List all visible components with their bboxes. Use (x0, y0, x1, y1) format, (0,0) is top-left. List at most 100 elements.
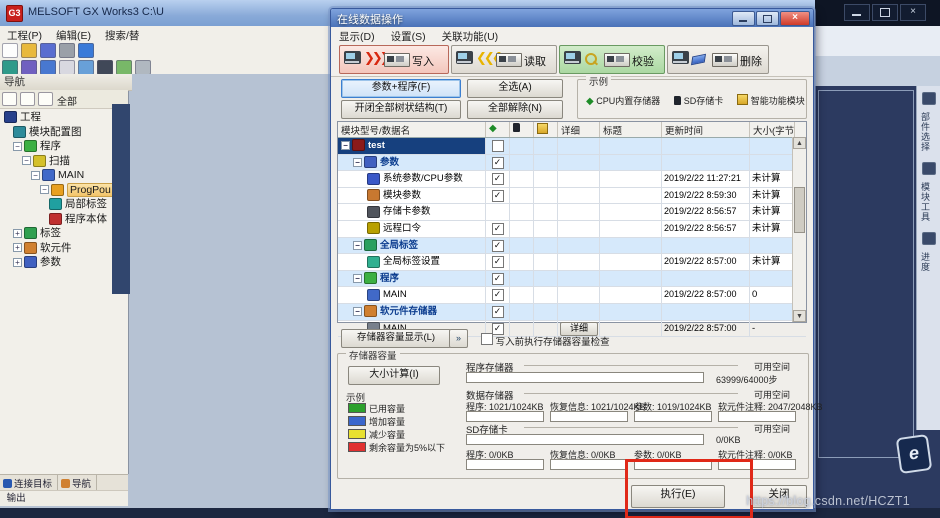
table-row-程序[interactable]: −程序✓ (338, 271, 806, 288)
dock-tab-部件选择[interactable]: 部件选择 (919, 92, 939, 152)
table-icon[interactable] (116, 60, 132, 75)
collapse-icon[interactable]: − (353, 158, 362, 167)
new-file-icon[interactable] (2, 43, 18, 58)
bg-close-button[interactable]: × (900, 4, 926, 21)
nav-tree-item-参数[interactable]: +参数 (0, 255, 128, 270)
nav-tree-item-工程[interactable]: 工程 (0, 110, 128, 125)
nav-tree-item-模块配置图[interactable]: 模块配置图 (0, 125, 128, 140)
print-icon[interactable] (59, 43, 75, 58)
capacity-check-checkbox[interactable] (481, 333, 493, 345)
capacity-check-label: 写入前执行存储器容量检查 (496, 337, 610, 348)
write-button[interactable]: ❯❯❯写入 (339, 45, 449, 74)
tree-expand-icon[interactable] (20, 92, 35, 106)
nav-filter-dropdown[interactable]: 全部 (57, 93, 77, 108)
table-row-存储卡参数[interactable]: 存储卡参数2019/2/22 8:56:57未计算 (338, 204, 806, 221)
save-all-icon[interactable] (21, 60, 37, 75)
row-checkbox[interactable]: ✓ (492, 289, 504, 301)
collapse-icon[interactable]: − (353, 307, 362, 316)
nav-tree-item-局部标签[interactable]: 局部标签 (0, 197, 128, 212)
expand-icon[interactable]: + (13, 229, 22, 238)
table-row-远程口令[interactable]: 远程口令✓2019/2/22 8:56:57未计算 (338, 221, 806, 238)
bg-minimize-button[interactable] (844, 4, 870, 21)
row-checkbox[interactable]: ✓ (492, 240, 504, 252)
scroll-down-icon[interactable]: ▼ (793, 310, 806, 322)
options-icon[interactable] (135, 60, 151, 75)
collapse-icon[interactable]: − (13, 142, 22, 151)
memory-display-chevron-button[interactable]: » (449, 329, 468, 348)
row-checkbox[interactable]: ✓ (492, 306, 504, 318)
header-sd-card[interactable] (510, 122, 534, 137)
nav-tree-item-ProgPou[interactable]: −ProgPou (0, 183, 128, 198)
header-title[interactable]: 标题 (600, 122, 662, 137)
header-detail[interactable]: 详细 (558, 122, 600, 137)
row-checkbox[interactable] (492, 140, 504, 152)
open-file-icon[interactable] (21, 43, 37, 58)
row-checkbox[interactable]: ✓ (492, 223, 504, 235)
nav-tree-item-扫描[interactable]: −扫描 (0, 154, 128, 169)
dialog-minimize-button[interactable] (732, 11, 755, 26)
header-module-name[interactable]: 模块型号/数据名 (338, 122, 486, 137)
tab-连接目标[interactable]: 连接目标 (0, 475, 58, 490)
scrollbar-thumb[interactable] (794, 187, 805, 233)
table-scrollbar[interactable]: ▲ ▼ (792, 137, 806, 322)
size-calculate-button[interactable]: 大小计算(I) (348, 366, 440, 385)
table-row-全局标签[interactable]: −全局标签✓ (338, 238, 806, 255)
nav-scroll-strip[interactable] (112, 104, 130, 294)
window-icon[interactable] (40, 60, 56, 75)
nav-tree-item-程序[interactable]: −程序 (0, 139, 128, 154)
tree-collapse-icon[interactable] (2, 92, 17, 106)
table-row-软元件存储器[interactable]: −软元件存储器✓ (338, 304, 806, 321)
table-row-全局标签设置[interactable]: 全局标签设置✓2019/2/22 8:57:00未计算 (338, 254, 806, 271)
deselect-all-button[interactable]: 全部解除(N) (467, 100, 563, 119)
grid-view-icon[interactable] (78, 60, 94, 75)
table-row-test[interactable]: −test (338, 138, 806, 155)
tree-view-icon[interactable] (2, 60, 18, 75)
table-row-系统参数/CPU参数[interactable]: 系统参数/CPU参数✓2019/2/22 11:27:21未计算 (338, 171, 806, 188)
help-icon[interactable] (78, 43, 94, 58)
verify-button[interactable]: 校验 (559, 45, 665, 74)
header-cpu-memory[interactable]: ◆ (486, 122, 510, 137)
delete-button[interactable]: 删除 (667, 45, 769, 74)
row-checkbox[interactable]: ✓ (492, 190, 504, 202)
dialog-titlebar[interactable]: 在线数据操作 × (331, 9, 813, 27)
memory-capacity-display-button[interactable]: 存储器容量显示(L) (341, 329, 451, 348)
dock-tab-进度[interactable]: 进度 (919, 232, 939, 272)
nav-tree-item-程序本体[interactable]: 程序本体 (0, 212, 128, 227)
select-all-button[interactable]: 全选(A) (467, 79, 563, 98)
nav-tree-item-标签[interactable]: +标签 (0, 226, 128, 241)
header-intelligent-module[interactable] (534, 122, 558, 137)
header-size[interactable]: 大小(字节) (750, 122, 795, 137)
find-icon[interactable] (97, 60, 113, 75)
expand-icon[interactable]: + (13, 258, 22, 267)
table-row-MAIN[interactable]: MAIN✓2019/2/22 8:57:000 (338, 287, 806, 304)
read-button[interactable]: ❮❮❮读取 (451, 45, 557, 74)
row-checkbox[interactable]: ✓ (492, 157, 504, 169)
collapse-icon[interactable]: − (341, 141, 350, 150)
tab-导航[interactable]: 导航 (58, 475, 97, 490)
row-checkbox[interactable]: ✓ (492, 256, 504, 268)
expand-icon[interactable]: + (13, 243, 22, 252)
nav-tree-item-MAIN[interactable]: −MAIN (0, 168, 128, 183)
gear-icon[interactable] (38, 92, 53, 106)
row-checkbox[interactable]: ✓ (492, 173, 504, 185)
param-program-button[interactable]: 参数+程序(F) (341, 79, 461, 98)
collapse-icon[interactable]: − (31, 171, 40, 180)
header-update-time[interactable]: 更新时间 (662, 122, 750, 137)
dock-tab-模块工具[interactable]: 模块工具 (919, 162, 939, 222)
dialog-maximize-button[interactable] (756, 11, 779, 26)
list-view-icon[interactable] (59, 60, 75, 75)
scroll-up-icon[interactable]: ▲ (793, 137, 806, 149)
collapse-icon[interactable]: − (22, 156, 31, 165)
collapse-icon[interactable]: − (353, 274, 362, 283)
collapse-icon[interactable]: − (40, 185, 49, 194)
collapse-icon[interactable]: − (353, 241, 362, 250)
bg-maximize-button[interactable] (872, 4, 898, 21)
row-checkbox[interactable]: ✓ (492, 273, 504, 285)
tab-output[interactable]: 输出 (0, 490, 128, 506)
table-row-参数[interactable]: −参数✓ (338, 155, 806, 172)
dialog-close-button[interactable]: × (780, 11, 810, 26)
nav-tree-item-软元件[interactable]: +软元件 (0, 241, 128, 256)
table-row-模块参数[interactable]: 模块参数✓2019/2/22 8:59:30未计算 (338, 188, 806, 205)
open-close-all-tree-button[interactable]: 开闭全部树状结构(T) (341, 100, 461, 119)
save-icon[interactable] (40, 43, 56, 58)
